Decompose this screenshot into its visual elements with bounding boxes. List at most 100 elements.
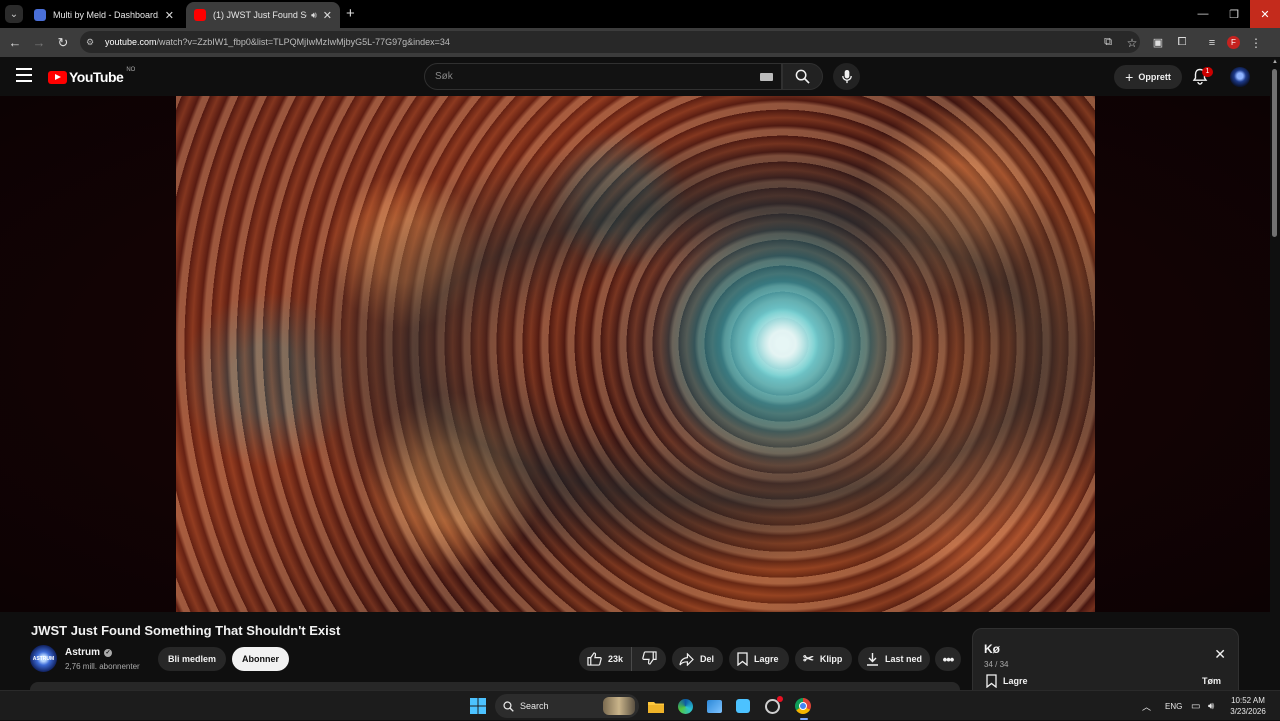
browser-menu-icon[interactable]: ⋮ bbox=[1244, 36, 1268, 50]
forward-button[interactable]: → bbox=[27, 35, 51, 50]
clock-time: 10:52 AM bbox=[1231, 696, 1265, 705]
restore-button[interactable]: ❐ bbox=[1219, 0, 1249, 28]
like-button[interactable]: 23k bbox=[579, 647, 632, 671]
country-code: NO bbox=[126, 67, 136, 73]
tab-title: Multi by Meld - Dashboard. bbox=[53, 10, 159, 20]
voice-search-button[interactable] bbox=[833, 63, 860, 90]
snipping-tool-icon[interactable] bbox=[733, 696, 753, 716]
thumbs-down-icon bbox=[641, 651, 657, 667]
taskbar-search-box[interactable]: Search bbox=[495, 694, 639, 718]
more-horizontal-icon: ••• bbox=[942, 651, 955, 667]
search-icon bbox=[795, 69, 810, 84]
extensions-puzzle-icon[interactable]: ⧠ bbox=[1170, 36, 1194, 49]
download-icon bbox=[866, 652, 879, 666]
account-avatar[interactable] bbox=[1230, 67, 1250, 87]
windows-taskbar: Search ︿ ENG ▭ 🔊︎ 10:52 AM 3/23/2026 bbox=[0, 690, 1280, 720]
page-scrollbar[interactable]: ▲ bbox=[1270, 57, 1280, 690]
tab-search-button[interactable]: ⌄ bbox=[5, 5, 23, 23]
notification-badge: 1 bbox=[1202, 67, 1213, 77]
bookmark-star-icon[interactable]: ☆ bbox=[1120, 36, 1144, 50]
search-highlight-image[interactable] bbox=[603, 697, 635, 715]
url-text: youtube.com/watch?v=ZzbIW1_fbp0&list=TLP… bbox=[105, 37, 450, 47]
extension-icon[interactable]: ▣ bbox=[1146, 36, 1170, 49]
window-close-button[interactable]: ✕ bbox=[1250, 0, 1280, 28]
chrome-icon[interactable] bbox=[793, 696, 813, 716]
queue-clear-button[interactable]: Tøm bbox=[1202, 676, 1221, 686]
search-button[interactable] bbox=[782, 63, 823, 90]
store-app-icon[interactable] bbox=[704, 696, 724, 716]
youtube-play-icon bbox=[48, 70, 67, 84]
create-label: Opprett bbox=[1138, 72, 1171, 82]
subscriber-count: 2,76 mill. abonnenter bbox=[65, 662, 140, 671]
audio-playing-icon[interactable]: 🔊︎ bbox=[311, 10, 317, 21]
create-button[interactable]: + Opprett bbox=[1114, 65, 1182, 89]
queue-save-button[interactable]: Lagre bbox=[986, 674, 1028, 688]
edge-browser-icon[interactable] bbox=[675, 696, 695, 716]
queue-position: 34 / 34 bbox=[984, 660, 1009, 669]
close-tab-icon[interactable]: ✕ bbox=[323, 9, 332, 22]
browser-tab-meld[interactable]: Multi by Meld - Dashboard. ✕ bbox=[26, 2, 182, 28]
back-button[interactable]: ← bbox=[3, 35, 27, 50]
input-language[interactable]: ENG bbox=[1165, 691, 1182, 721]
meld-favicon-icon bbox=[34, 9, 46, 21]
youtube-masthead: YouTube NO Søk + Opprett 1 bbox=[0, 57, 1280, 96]
site-info-icon[interactable]: ⚙ bbox=[86, 37, 100, 48]
volume-icon[interactable]: 🔊︎ bbox=[1208, 691, 1214, 721]
channel-avatar[interactable]: ASTRUM bbox=[30, 645, 57, 672]
scroll-up-icon[interactable]: ▲ bbox=[1272, 59, 1278, 65]
reload-button[interactable]: ↻ bbox=[51, 35, 75, 51]
youtube-logo[interactable]: YouTube NO bbox=[48, 67, 136, 85]
youtube-favicon-icon bbox=[194, 9, 206, 21]
thumbs-up-icon bbox=[587, 652, 602, 666]
bookmark-icon bbox=[737, 652, 748, 666]
share-button[interactable]: Del bbox=[672, 647, 723, 671]
new-tab-button[interactable]: + bbox=[346, 5, 355, 22]
video-player[interactable] bbox=[0, 96, 1270, 612]
close-tab-icon[interactable]: ✕ bbox=[165, 9, 174, 22]
browser-tab-strip: ⌄ Multi by Meld - Dashboard. ✕ (1) JWST … bbox=[0, 0, 1280, 28]
address-bar[interactable]: ⚙ youtube.com/watch?v=ZzbIW1_fbp0&list=T… bbox=[80, 31, 1140, 53]
queue-panel: Kø 34 / 34 ✕ Lagre Tøm bbox=[972, 628, 1239, 698]
hamburger-menu-icon[interactable] bbox=[16, 68, 32, 82]
close-queue-icon[interactable]: ✕ bbox=[1214, 646, 1226, 663]
bookmark-icon bbox=[986, 674, 997, 688]
scissors-icon: ✂ bbox=[803, 651, 814, 666]
download-button[interactable]: Last ned bbox=[858, 647, 930, 671]
like-dislike-group: 23k bbox=[579, 647, 666, 671]
video-title: JWST Just Found Something That Shouldn't… bbox=[31, 623, 341, 638]
taskbar-search-label: Search bbox=[520, 701, 549, 711]
search-icon bbox=[503, 700, 514, 712]
chevron-up-icon: ︿ bbox=[1142, 701, 1152, 712]
more-actions-button[interactable]: ••• bbox=[935, 647, 961, 671]
video-frame-galaxy-image bbox=[176, 96, 1095, 612]
clock-date: 3/23/2026 bbox=[1230, 707, 1266, 716]
install-app-icon[interactable]: ⧉ bbox=[1096, 36, 1120, 49]
share-arrow-icon bbox=[679, 652, 694, 666]
tab-title: (1) JWST Just Found Someth bbox=[213, 10, 307, 20]
display-icon[interactable]: ▭ bbox=[1191, 691, 1200, 721]
clip-button[interactable]: ✂ Klipp bbox=[795, 647, 852, 671]
like-count: 23k bbox=[608, 654, 624, 664]
logo-text: YouTube bbox=[69, 69, 124, 85]
profile-avatar[interactable]: F bbox=[1227, 36, 1240, 49]
media-control-icon[interactable]: ≡ bbox=[1200, 37, 1224, 49]
join-button[interactable]: Bli medlem bbox=[158, 647, 226, 671]
keyboard-icon[interactable] bbox=[760, 73, 773, 81]
channel-name[interactable]: Astrum ✓ bbox=[65, 647, 113, 658]
scrollbar-thumb[interactable] bbox=[1272, 69, 1277, 237]
dislike-button[interactable] bbox=[632, 651, 666, 667]
file-explorer-icon[interactable] bbox=[646, 696, 666, 716]
search-placeholder: Søk bbox=[435, 71, 453, 82]
taskbar-clock[interactable]: 10:52 AM 3/23/2026 bbox=[1228, 695, 1268, 717]
windows-start-icon[interactable] bbox=[468, 696, 488, 716]
show-hidden-icons[interactable]: ︿ bbox=[1142, 691, 1151, 721]
microphone-icon bbox=[841, 69, 852, 84]
browser-tab-youtube[interactable]: (1) JWST Just Found Someth 🔊︎ ✕ bbox=[186, 2, 340, 28]
queue-title: Kø bbox=[984, 642, 1000, 656]
minimize-button[interactable]: — bbox=[1188, 0, 1218, 28]
app-icon[interactable] bbox=[762, 695, 783, 716]
save-button[interactable]: Lagre bbox=[729, 647, 789, 671]
search-input[interactable]: Søk bbox=[424, 63, 782, 90]
subscribe-button[interactable]: Abonner bbox=[232, 647, 289, 671]
verified-check-icon: ✓ bbox=[104, 648, 113, 657]
